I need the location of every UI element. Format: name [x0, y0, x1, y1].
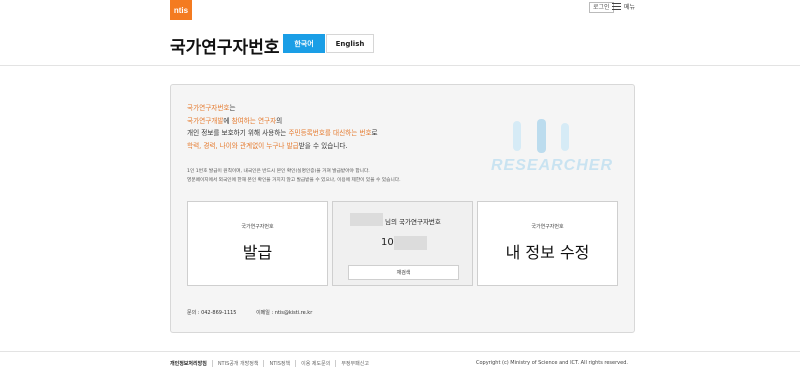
intro-highlight: 주민등록번호를 대신하는 번호: [288, 129, 372, 137]
blurred-name: [350, 213, 383, 226]
intro-text-part: 의: [276, 116, 283, 125]
login-button[interactable]: 로그인: [589, 2, 614, 13]
footer-link-privacy[interactable]: 개인정보처리방침: [170, 360, 212, 367]
issue-card[interactable]: 국가연구자번호 발급: [187, 201, 328, 286]
hamburger-icon: [612, 3, 621, 10]
intro-highlight: 국가연구개발: [187, 116, 224, 125]
notice-text: 1인 1번호 발급이 원칙이며, 내국인은 반드시 본인 확인(실명인증)을 거…: [187, 167, 401, 185]
ntis-logo[interactable]: ntis: [170, 0, 192, 20]
intro-highlight: 국가연구자번호: [187, 104, 230, 112]
my-number-card: 님의 국가연구자번호 10 재검색: [332, 201, 473, 286]
contact-email[interactable]: 이메일 : ntis@kisti.re.kr: [256, 310, 312, 316]
intro-highlight: 학력, 경력, 나이와 관계없이 누구나 발급: [187, 141, 299, 150]
blurred-id: [394, 236, 427, 250]
lang-korean-button[interactable]: 한국어: [283, 34, 325, 53]
top-header: ntis 로그인 메뉴 국가연구자번호 한국어 English: [0, 0, 800, 66]
intro-text-part: 로: [371, 129, 378, 137]
researcher-id: 10: [381, 237, 394, 248]
footer-links: 개인정보처리방침 NTIS공개 개방정책 NTIS정책 이용 제도문의 부정부패…: [170, 360, 374, 367]
intro-highlight: 참여하는 연구자: [231, 116, 277, 125]
contact-info: 문의 : 042-869-1115 이메일 : ntis@kisti.re.kr: [187, 309, 330, 316]
researcher-watermark: RESEARCHER: [491, 157, 614, 174]
researcher-illustration: RESEARCHER: [491, 119, 621, 181]
footer-divider: [0, 351, 800, 352]
edit-info-card[interactable]: 국가연구자번호 내 정보 수정: [477, 201, 618, 286]
intro-text-part: 개인 정보를 보호하기 위해 사용하는: [187, 129, 289, 137]
my-number-title: 님의 국가연구자번호: [385, 218, 441, 226]
intro-text-part: 에: [223, 116, 232, 125]
reissue-button[interactable]: 재검색: [348, 265, 459, 280]
notice-line: 1인 1번호 발급이 원칙이며, 내국인은 반드시 본인 확인(실명인증)을 거…: [187, 169, 370, 174]
copyright: Copyright (c) Ministry of Science and IC…: [476, 360, 628, 366]
lang-english-button[interactable]: English: [326, 34, 374, 53]
issue-card-label: 국가연구자번호: [241, 224, 274, 230]
contact-phone: 문의 : 042-869-1115: [187, 310, 237, 316]
menu-button[interactable]: 메뉴: [612, 2, 635, 11]
menu-label: 메뉴: [624, 4, 636, 11]
footer-link-open-policy[interactable]: NTIS공개 개방정책: [211, 360, 264, 367]
intro-text-part: 는: [229, 104, 236, 112]
edit-card-title: 내 정보 수정: [505, 243, 590, 262]
footer-link-ntis-policy[interactable]: NTIS정책: [263, 360, 295, 367]
footer-link-inquiry[interactable]: 이용 제도문의: [295, 360, 335, 367]
edit-card-label: 국가연구자번호: [531, 224, 564, 230]
main-content-box: 국가연구자번호는 국가연구개발에 참여하는 연구자의 개인 정보를 보호하기 위…: [170, 84, 635, 333]
intro-text-part: 받을 수 있습니다.: [298, 141, 348, 150]
notice-line: 영문페이지에서 외국인에 한해 본인 확인을 거치지 않고 발급받을 수 있으나…: [187, 178, 401, 183]
footer-link-report[interactable]: 부정부패신고: [335, 360, 374, 367]
page-title: 국가연구자번호: [170, 38, 280, 58]
intro-text: 국가연구자번호는 국가연구개발에 참여하는 연구자의 개인 정보를 보호하기 위…: [187, 102, 378, 152]
issue-card-title: 발급: [242, 243, 273, 262]
